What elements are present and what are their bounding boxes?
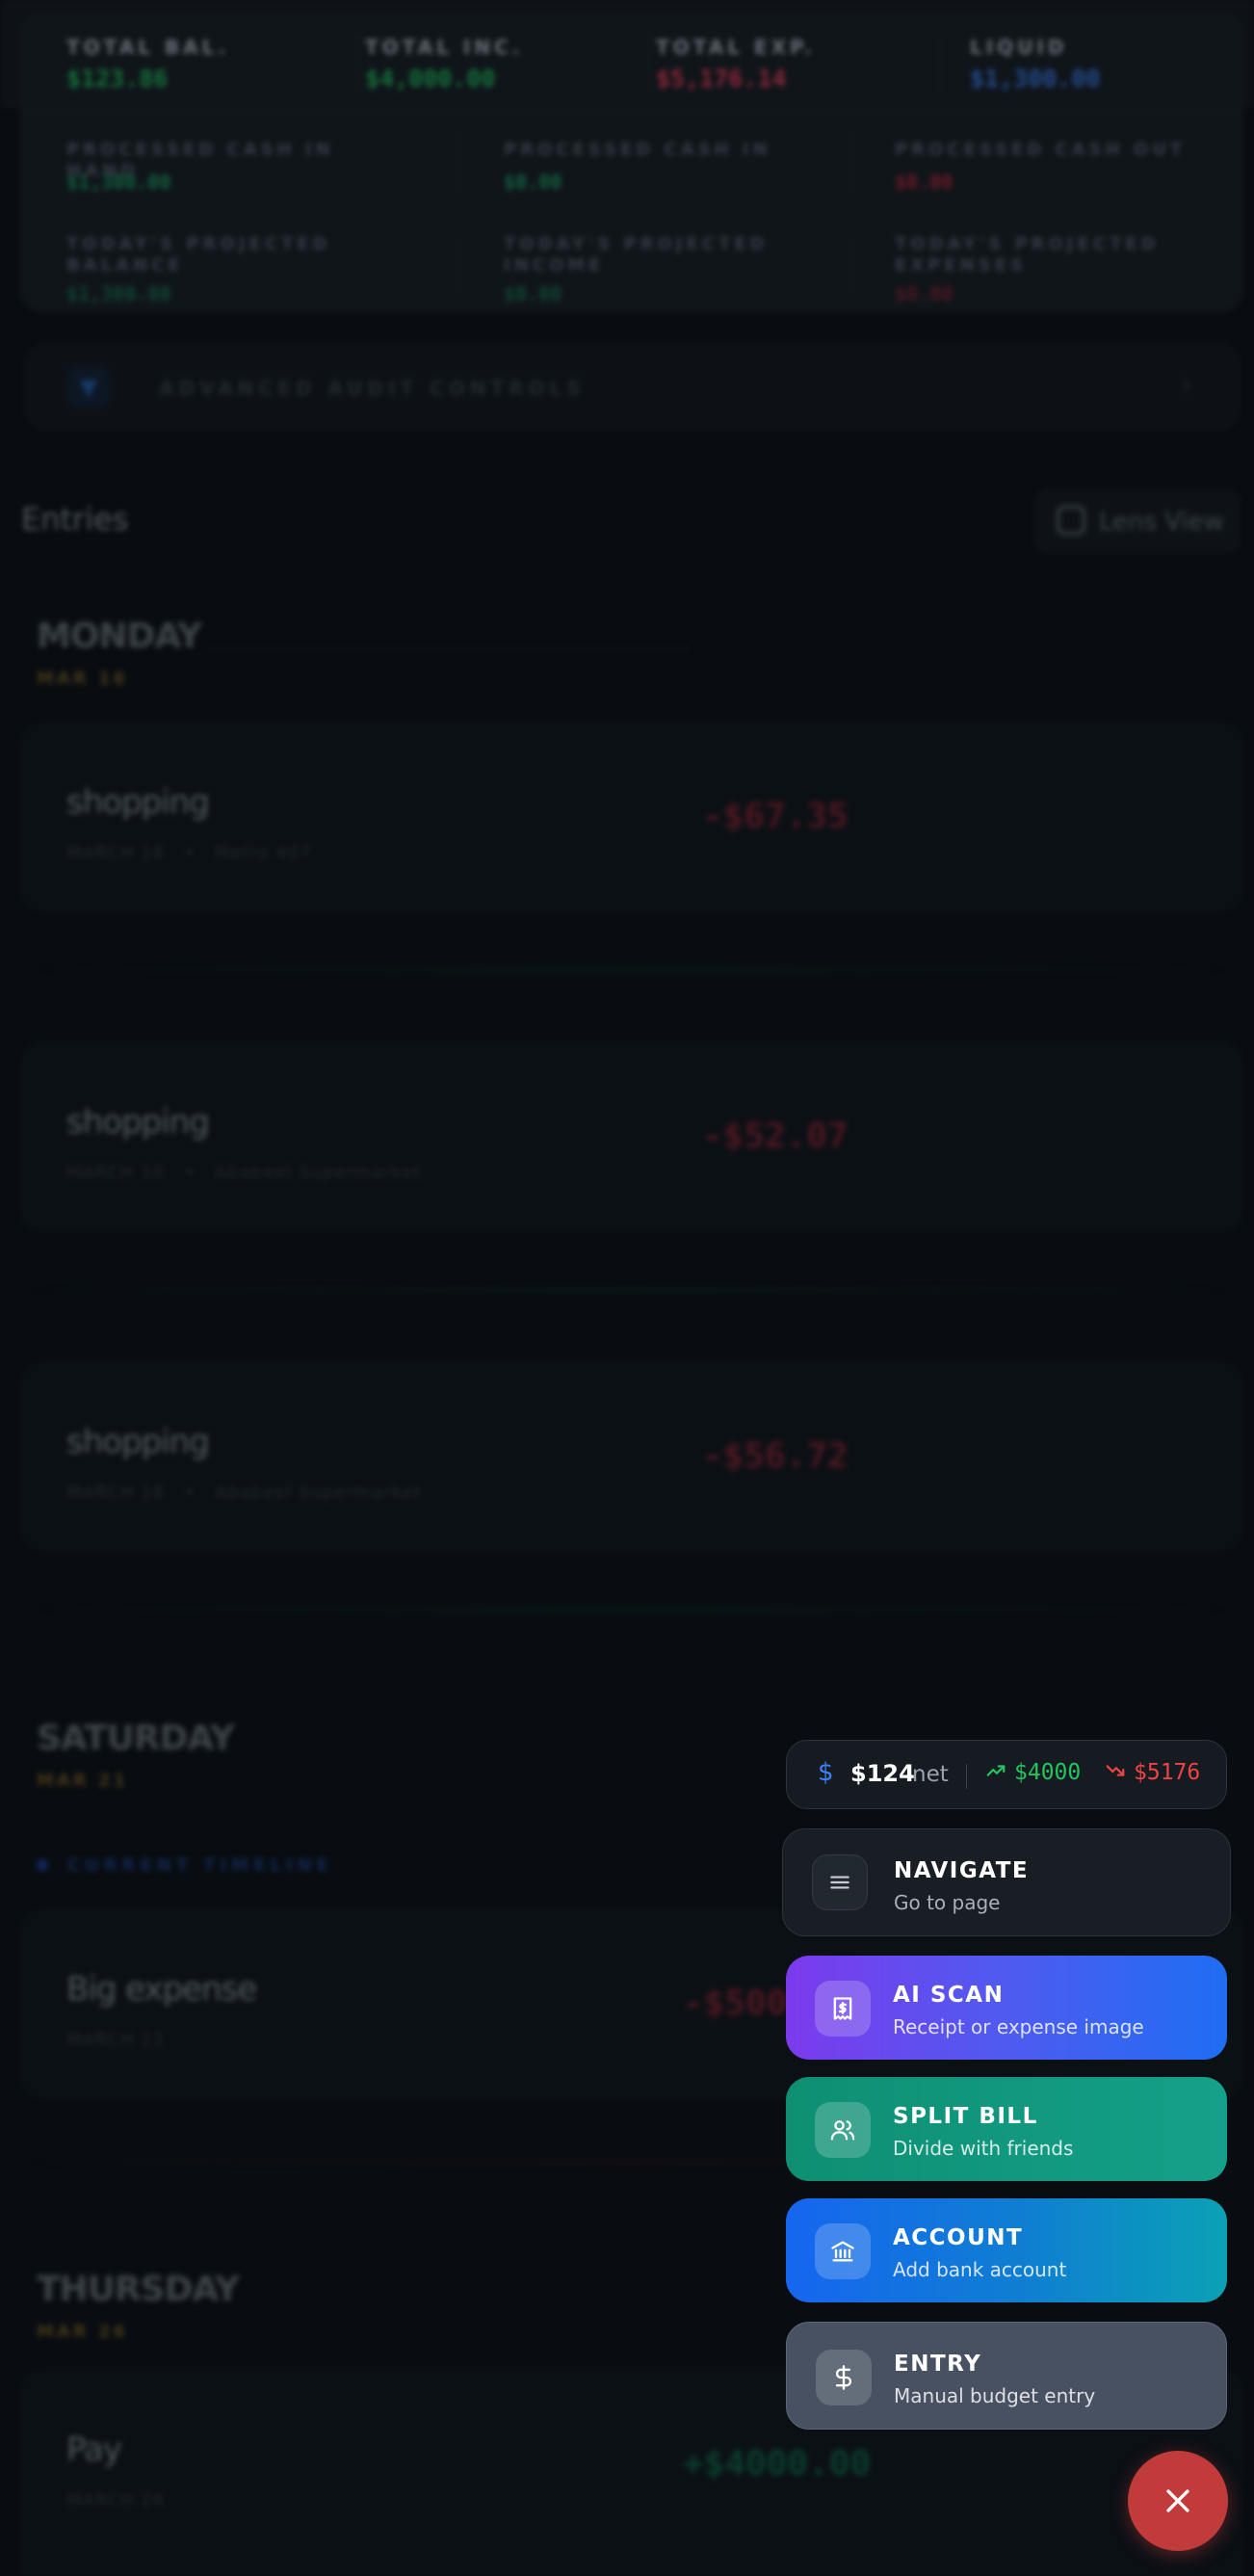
navigate-button[interactable]: NAVIGATE Go to page [782,1828,1231,1936]
account-subtitle: Add bank account [893,2258,1067,2281]
split-bill-button[interactable]: SPLIT BILL Divide with friends [786,2077,1227,2181]
close-icon [1166,2489,1189,2512]
net-summary-pill: $ $124 net $4000 $5176 [786,1740,1227,1809]
ai-scan-subtitle: Receipt or expense image [893,2015,1144,2038]
account-button[interactable]: ACCOUNT Add bank account [786,2198,1227,2302]
income-value: $4000 [1014,1760,1082,1785]
net-value: $124 [850,1760,915,1787]
entry-title: ENTRY [894,2352,982,2377]
account-title: ACCOUNT [893,2225,1024,2250]
ai-scan-button[interactable]: AI SCAN Receipt or expense image [786,1956,1227,2060]
users-icon [815,2102,871,2158]
net-label: net [912,1762,949,1787]
navigate-title: NAVIGATE [894,1858,1030,1883]
receipt-icon [815,1981,871,2037]
menu-lines-icon [812,1854,868,1910]
navigate-subtitle: Go to page [894,1891,1001,1914]
expense-value: $5176 [1134,1760,1201,1785]
trend-up-icon [985,1760,1006,1787]
dim-overlay[interactable] [0,0,1254,2576]
close-menu-button[interactable] [1128,2451,1228,2551]
split-bill-subtitle: Divide with friends [893,2137,1074,2160]
entry-button[interactable]: ENTRY Manual budget entry [786,2322,1227,2430]
split-bill-title: SPLIT BILL [893,2104,1038,2129]
pill-divider [966,1764,967,1789]
dollar-icon [816,2350,872,2405]
dollar-icon: $ [818,1758,834,1787]
entry-subtitle: Manual budget entry [894,2384,1096,2407]
trend-down-icon [1105,1760,1126,1787]
bank-icon [815,2223,871,2279]
ai-scan-title: AI SCAN [893,1983,1005,2008]
